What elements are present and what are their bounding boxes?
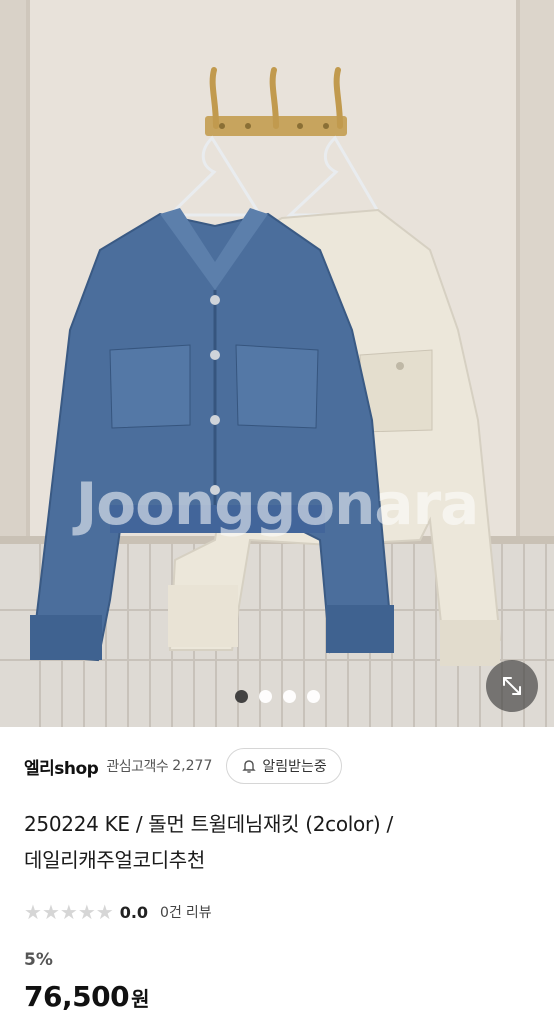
notify-label: 알림받는중 — [262, 759, 327, 775]
star-icon: ★ — [24, 900, 42, 924]
expand-image-button[interactable] — [486, 660, 538, 712]
carousel-indicator — [0, 690, 554, 703]
favorites-label: 관심고객수 — [106, 759, 169, 775]
price-currency: 원 — [131, 987, 150, 1011]
carousel-dot[interactable] — [234, 690, 248, 703]
store-name[interactable]: 엘리shop — [24, 754, 99, 779]
carousel-dot[interactable] — [306, 690, 320, 703]
rating-summary[interactable]: ★ ★ ★ ★ ★ 0.0 0건 리뷰 — [24, 898, 212, 926]
favorites-count: 2,277 — [172, 758, 213, 774]
review-count: 0건 — [160, 905, 182, 921]
notification-toggle-button[interactable]: 알림받는중 — [226, 748, 342, 784]
store-info: 엘리shop 관심고객수 2,277 알림받는중 — [24, 748, 342, 784]
product-title-line: 데일리캐주얼코디추천 — [24, 848, 205, 872]
bell-icon — [242, 760, 257, 773]
discount-rate: 5% — [24, 950, 53, 970]
star-icon: ★ — [77, 900, 96, 924]
star-rating: ★ ★ ★ ★ ★ — [24, 902, 114, 922]
product-image-carousel[interactable]: Joonggonara — [0, 0, 554, 727]
rating-value: 0.0 — [119, 902, 149, 922]
carousel-dot[interactable] — [258, 690, 272, 703]
product-photo — [0, 0, 554, 727]
product-title: 250224 KE / 돌먼 트윌데님재킷 (2color) / 데일리캐주얼코… — [24, 806, 534, 878]
star-icon: ★ — [41, 900, 60, 924]
star-icon: ★ — [59, 900, 78, 924]
price-value: 76,500 — [24, 980, 130, 1013]
carousel-dot[interactable] — [282, 690, 296, 703]
product-title-line: 250224 KE / 돌먼 트윌데님재킷 (2color) / — [24, 812, 393, 836]
price: 76,500 원 — [24, 980, 149, 1013]
expand-icon — [503, 677, 521, 695]
star-icon: ★ — [95, 900, 114, 924]
watermark: Joonggonara — [75, 470, 480, 538]
review-label: 리뷰 — [185, 905, 212, 921]
